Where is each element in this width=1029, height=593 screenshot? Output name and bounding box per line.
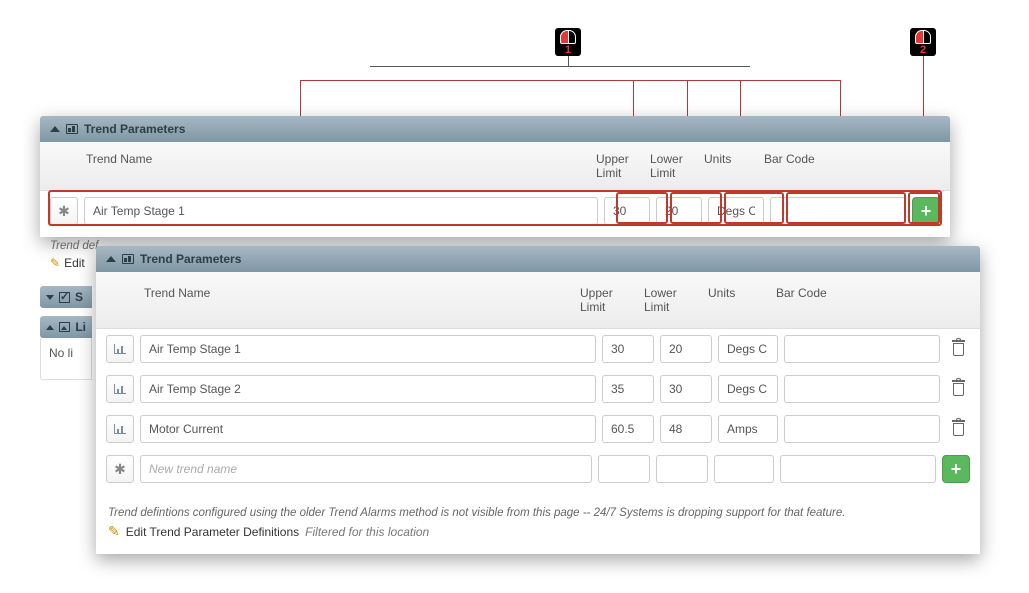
- chart-icon: [114, 384, 126, 394]
- panel-header[interactable]: Trend Parameters: [40, 116, 950, 142]
- upper-limit-input[interactable]: [602, 415, 654, 443]
- lower-limit-input[interactable]: [660, 335, 712, 363]
- panel-title: Trend Parameters: [140, 252, 241, 266]
- edit-definitions-link[interactable]: ✎ Edit Trend Parameter Definitions Filte…: [96, 519, 980, 554]
- trash-icon: [953, 383, 964, 396]
- edit-link-text: Edit Trend Parameter Definitions: [126, 525, 299, 539]
- note-fragment: Trend def: [50, 240, 98, 252]
- col-trend-name: Trend Name: [140, 284, 576, 316]
- col-lower-limit: Lower Limit: [646, 150, 700, 182]
- delete-row-button[interactable]: [946, 337, 970, 361]
- trend-row: [96, 369, 980, 409]
- barcode-input[interactable]: [770, 197, 906, 225]
- callout-2-number: 2: [920, 44, 926, 56]
- trend-parameters-panel-full: Trend Parameters Trend Name Upper Limit …: [96, 246, 980, 554]
- col-upper-limit: Upper Limit: [576, 284, 640, 316]
- col-units: Units: [700, 150, 760, 182]
- col-bar-code: Bar Code: [772, 284, 940, 316]
- trend-name-input[interactable]: [140, 335, 596, 363]
- trend-name-input[interactable]: [84, 197, 598, 225]
- delete-row-button[interactable]: [946, 377, 970, 401]
- units-input[interactable]: [718, 415, 778, 443]
- upper-limit-input[interactable]: [602, 335, 654, 363]
- col-units: Units: [704, 284, 772, 316]
- edit-link-suffix: Filtered for this location: [305, 525, 429, 539]
- pencil-icon: ✎: [50, 256, 60, 270]
- trend-name-input[interactable]: [140, 415, 596, 443]
- units-input[interactable]: [718, 375, 778, 403]
- chart-icon: [122, 254, 134, 264]
- lower-limit-input[interactable]: [660, 375, 712, 403]
- footer-note: Trend defintions configured using the ol…: [96, 503, 980, 519]
- callout-2: 2: [910, 28, 936, 56]
- trend-name-input[interactable]: [140, 455, 592, 483]
- upper-limit-input[interactable]: [604, 197, 650, 225]
- chart-icon: [66, 124, 78, 134]
- trend-row: [96, 329, 980, 369]
- caret-down-icon: [46, 295, 54, 300]
- pencil-icon: ✎: [108, 523, 120, 540]
- lower-limit-input[interactable]: [656, 455, 708, 483]
- image-icon: [59, 322, 70, 332]
- barcode-input[interactable]: [780, 455, 936, 483]
- panel-stub-li-body: No li: [40, 338, 92, 380]
- barcode-input[interactable]: [784, 335, 940, 363]
- caret-up-icon: [46, 325, 54, 330]
- callout-1-number: 1: [565, 44, 571, 56]
- add-trend-button[interactable]: +: [912, 197, 940, 225]
- new-trend-row: ✱ +: [96, 449, 980, 489]
- trend-parameters-panel-compact: Trend Parameters Trend Name Upper Limit …: [40, 116, 950, 237]
- panel-title: Trend Parameters: [84, 122, 185, 136]
- guide-line: [568, 56, 569, 66]
- col-trend-name: Trend Name: [82, 150, 592, 182]
- row-chart-button[interactable]: [106, 375, 134, 403]
- chart-icon: [114, 424, 126, 434]
- guide-line: [370, 66, 750, 67]
- lower-limit-input[interactable]: [656, 197, 702, 225]
- units-input[interactable]: [718, 335, 778, 363]
- trash-icon: [953, 423, 964, 436]
- upper-limit-input[interactable]: [602, 375, 654, 403]
- trend-row: [96, 409, 980, 449]
- star-icon: ✱: [114, 462, 126, 476]
- col-upper-limit: Upper Limit: [592, 150, 646, 182]
- trend-name-input[interactable]: [140, 375, 596, 403]
- panel-stub-s[interactable]: S: [40, 286, 92, 308]
- delete-row-button[interactable]: [946, 417, 970, 441]
- panel-stub-li[interactable]: Li: [40, 316, 92, 338]
- new-trend-row: ✱ +: [40, 191, 950, 237]
- collapse-caret-icon: [50, 126, 60, 132]
- edit-link-fragment[interactable]: ✎ Edit: [50, 256, 85, 270]
- panel-header[interactable]: Trend Parameters: [96, 246, 980, 272]
- barcode-input[interactable]: [784, 415, 940, 443]
- new-row-marker: ✱: [106, 455, 134, 483]
- units-input[interactable]: [714, 455, 774, 483]
- col-bar-code: Bar Code: [760, 150, 908, 182]
- callout-connector: [300, 80, 840, 81]
- new-row-marker: ✱: [50, 197, 78, 225]
- col-lower-limit: Lower Limit: [640, 284, 704, 316]
- units-input[interactable]: [708, 197, 764, 225]
- callout-1: 1: [555, 28, 581, 56]
- trash-icon: [953, 343, 964, 356]
- add-trend-button[interactable]: +: [942, 455, 970, 483]
- lower-limit-input[interactable]: [660, 415, 712, 443]
- star-icon: ✱: [58, 204, 70, 218]
- upper-limit-input[interactable]: [598, 455, 650, 483]
- checkbox-icon: [59, 292, 70, 303]
- row-chart-button[interactable]: [106, 415, 134, 443]
- table-header: Trend Name Upper Limit Lower Limit Units…: [96, 272, 980, 329]
- collapse-caret-icon: [106, 256, 116, 262]
- table-header: Trend Name Upper Limit Lower Limit Units…: [40, 142, 950, 191]
- row-chart-button[interactable]: [106, 335, 134, 363]
- chart-icon: [114, 344, 126, 354]
- barcode-input[interactable]: [784, 375, 940, 403]
